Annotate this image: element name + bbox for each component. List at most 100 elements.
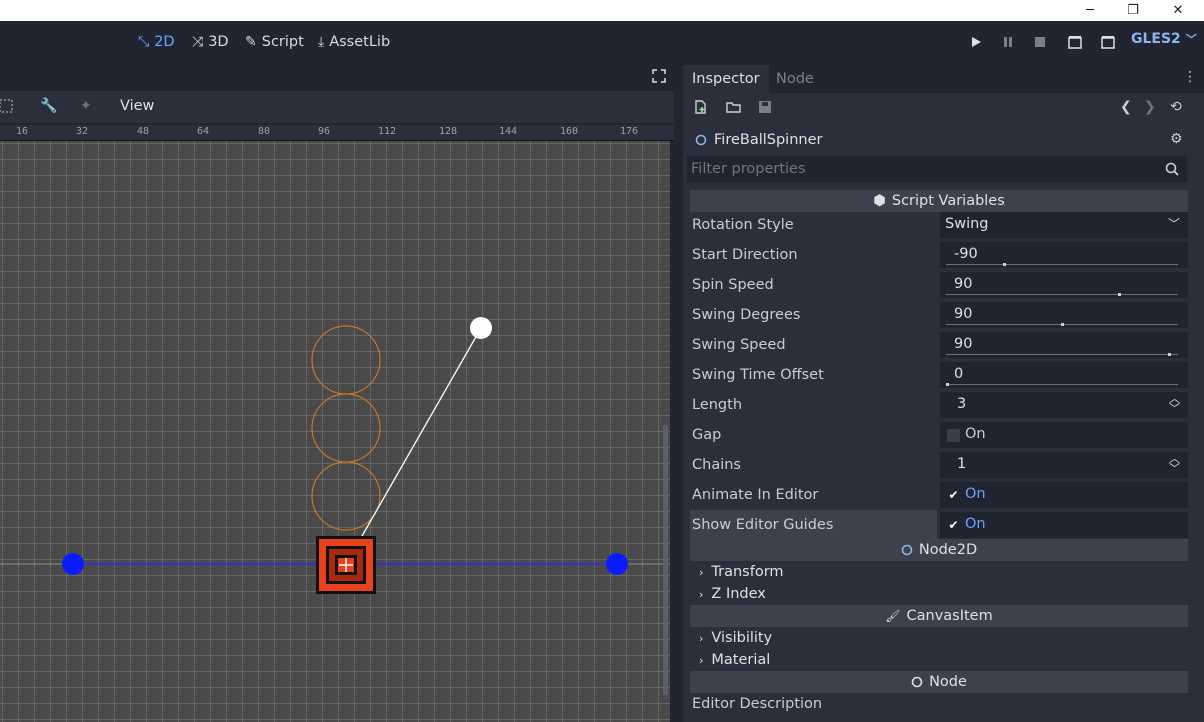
2d-icon: ⤡ — [138, 34, 150, 50]
section-script-variables[interactable]: ⬢ Script Variables — [690, 190, 1188, 212]
section-label: Node — [929, 674, 967, 690]
group-transform[interactable]: › Transform — [690, 561, 1188, 583]
2d-viewport[interactable] — [0, 141, 670, 722]
mode-assetlib-button[interactable]: ⤓ AssetLib — [318, 30, 390, 54]
play-scene-icon — [1068, 36, 1082, 49]
prop-label: Swing Time Offset — [692, 367, 824, 383]
script-icon: ✎ — [245, 34, 257, 50]
chevron-right-icon: › — [699, 587, 704, 601]
history-icon[interactable]: ⟲ — [1170, 99, 1182, 115]
prop-chains: Chains 1 ︿ ﹀ — [690, 450, 1188, 480]
prop-value: Swing — [945, 216, 989, 232]
gap-checkbox[interactable]: On — [940, 422, 1188, 448]
chains-spinbox[interactable]: 1 ︿ ﹀ — [940, 452, 1188, 478]
dock-menu-icon[interactable]: ⋮ — [1183, 69, 1197, 85]
mode-script-label: Script — [261, 34, 304, 50]
3d-icon: ⤨ — [192, 34, 204, 50]
node-path-row: FireBallSpinner — [695, 130, 822, 150]
stop-button[interactable] — [1029, 31, 1051, 53]
prop-editor-description[interactable]: Editor Description — [690, 694, 1188, 720]
spin-arrows-icon[interactable]: ︿ ﹀ — [1169, 453, 1180, 474]
section-node[interactable]: Node — [690, 671, 1188, 693]
new-resource-icon[interactable] — [694, 100, 708, 118]
fireball-block-sprite[interactable] — [316, 536, 376, 594]
stop-icon — [1035, 37, 1045, 47]
section-node2d[interactable]: Node2D — [690, 539, 1188, 561]
chain-circle — [311, 393, 381, 463]
open-folder-icon[interactable] — [726, 100, 741, 118]
inspector-body: ❮ ❯ ⟲ FireBallSpinner ⚙ ⬢ Script Variabl… — [683, 93, 1204, 722]
search-icon — [1165, 162, 1179, 176]
rotation-style-select[interactable]: Swing ﹀ — [940, 212, 1188, 238]
main-toolbar: ⤡ 2D ⤨ 3D ✎ Script ⤓ AssetLib GLES2 ﹀ — [0, 21, 1204, 63]
window-titlebar: ─ ❐ ✕ — [0, 0, 1204, 21]
ruler-label: 128 — [439, 126, 458, 137]
direction-handle[interactable] — [470, 317, 492, 339]
swing-degrees-slider[interactable]: 90 — [940, 302, 1188, 328]
renderer-select[interactable]: GLES2 ﹀ — [1131, 31, 1197, 47]
checkbox-unchecked-icon[interactable] — [947, 429, 960, 442]
length-spinbox[interactable]: 3 ︿ ﹀ — [940, 392, 1188, 418]
play-scene-button[interactable] — [1064, 31, 1086, 53]
group-label: Visibility — [711, 630, 773, 646]
mode-3d-button[interactable]: ⤨ 3D — [192, 30, 229, 54]
group-material[interactable]: › Material — [690, 649, 1188, 671]
filter-input[interactable] — [691, 159, 1151, 179]
guide-handle-left[interactable] — [62, 553, 84, 575]
prop-value: 1 — [957, 456, 967, 472]
chevron-right-icon: › — [699, 631, 704, 645]
view-menu[interactable]: View — [120, 98, 154, 114]
bone-icon[interactable]: ✦ — [80, 98, 92, 114]
prop-label: Swing Degrees — [692, 307, 801, 323]
section-label: CanvasItem — [906, 608, 993, 624]
pause-button[interactable] — [997, 31, 1019, 53]
restore-icon[interactable]: ❐ — [1110, 0, 1156, 21]
distraction-free-button[interactable] — [652, 69, 666, 87]
object-properties-icon[interactable]: ⚙ — [1170, 131, 1183, 147]
filter-field[interactable] — [687, 156, 1187, 182]
history-forward-icon[interactable]: ❯ — [1144, 99, 1156, 115]
tab-node[interactable]: Node — [767, 65, 823, 93]
wrench-icon[interactable]: 🔧 — [40, 98, 57, 114]
viewport-toolbar: 🔧 ✦ View — [0, 91, 674, 123]
mode-2d-button[interactable]: ⤡ 2D — [138, 30, 175, 54]
canvas-editor-panel: 🔧 ✦ View 16 32 48 64 80 96 112 128 144 1… — [0, 63, 674, 722]
prop-label: Animate In Editor — [692, 487, 819, 503]
show-editor-guides-checkbox[interactable]: ✔ On — [940, 512, 1188, 538]
horizontal-ruler: 16 32 48 64 80 96 112 128 144 160 176 — [0, 125, 674, 141]
section-label: Script Variables — [891, 193, 1005, 209]
section-canvasitem[interactable]: 🖌 CanvasItem — [690, 605, 1188, 627]
mode-script-button[interactable]: ✎ Script — [245, 30, 304, 54]
minimize-icon[interactable]: ─ — [1067, 0, 1113, 21]
history-back-icon[interactable]: ❮ — [1120, 99, 1132, 115]
cube-icon: ⬢ — [873, 193, 886, 209]
animate-in-editor-checkbox[interactable]: ✔ On — [940, 482, 1188, 508]
ruler-label: 144 — [499, 126, 518, 137]
save-icon[interactable] — [758, 100, 772, 118]
spin-arrows-icon[interactable]: ︿ ﹀ — [1169, 393, 1180, 414]
checkmark-icon[interactable]: ✔ — [947, 519, 960, 532]
swing-speed-slider[interactable]: 90 — [940, 332, 1188, 358]
tab-inspector[interactable]: Inspector — [683, 65, 769, 93]
ruler-label: 96 — [318, 126, 331, 137]
group-z-index[interactable]: › Z Index — [690, 583, 1188, 605]
guide-handle-right[interactable] — [606, 553, 628, 575]
checkmark-icon[interactable]: ✔ — [947, 489, 960, 502]
dock-tabs: Inspector Node ⋮ — [683, 63, 1204, 93]
play-custom-scene-icon — [1101, 36, 1115, 49]
close-icon[interactable]: ✕ — [1155, 0, 1201, 21]
ruler-label: 160 — [560, 126, 579, 137]
start-direction-slider[interactable]: -90 — [940, 242, 1188, 268]
ruler-label: 112 — [378, 126, 397, 137]
play-custom-scene-button[interactable] — [1097, 31, 1119, 53]
prop-length: Length 3 ︿ ﹀ — [690, 390, 1188, 420]
ruler-label: 64 — [197, 126, 210, 137]
play-button[interactable] — [965, 31, 987, 53]
grid-snap-icon[interactable] — [0, 99, 14, 117]
swing-time-offset-slider[interactable]: 0 — [940, 362, 1188, 388]
scene-drawing — [0, 317, 670, 594]
ruler-label: 16 — [16, 126, 29, 137]
group-visibility[interactable]: › Visibility — [690, 627, 1188, 649]
spin-speed-slider[interactable]: 90 — [940, 272, 1188, 298]
viewport-vscrollbar[interactable] — [663, 425, 668, 695]
